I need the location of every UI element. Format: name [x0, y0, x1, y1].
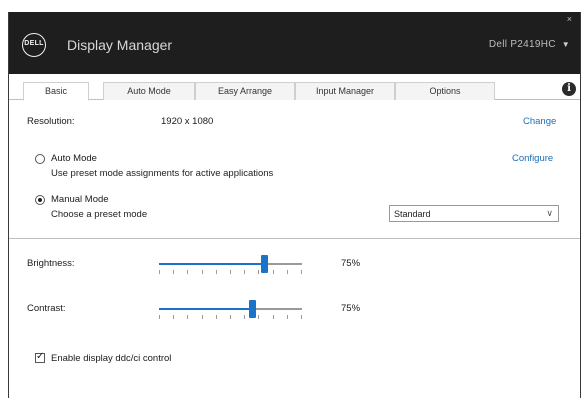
configure-link[interactable]: Configure — [512, 153, 553, 164]
slider-fill — [159, 308, 252, 310]
brightness-slider[interactable] — [159, 255, 302, 279]
slider-tick — [187, 270, 188, 274]
tab-options[interactable]: Options — [395, 82, 495, 100]
slider-tick — [273, 270, 274, 274]
brightness-value: 75% — [341, 258, 361, 269]
auto-mode-description: Use preset mode assignments for active a… — [51, 168, 274, 179]
slider-tick — [301, 270, 302, 274]
slider-tick — [301, 315, 302, 319]
slider-fill — [159, 263, 264, 265]
tab-auto-mode[interactable]: Auto Mode — [103, 82, 195, 100]
auto-mode-label: Auto Mode — [51, 153, 97, 164]
slider-tick — [202, 315, 203, 319]
resolution-label: Resolution: — [27, 116, 75, 127]
slider-tick — [159, 270, 160, 274]
slider-ticks — [159, 270, 302, 276]
manual-mode-description: Choose a preset mode — [51, 209, 148, 220]
slider-tick — [258, 270, 259, 274]
resolution-value: 1920 x 1080 — [161, 116, 214, 127]
slider-tick — [230, 270, 231, 274]
slider-tick — [244, 270, 245, 274]
tab-basic[interactable]: Basic — [23, 82, 89, 101]
tab-input-manager[interactable]: Input Manager — [295, 82, 395, 100]
slider-tick — [273, 315, 274, 319]
slider-tick — [230, 315, 231, 319]
slider-tick — [202, 270, 203, 274]
chevron-down-icon: ∨ — [546, 208, 553, 218]
tab-easy-arrange[interactable]: Easy Arrange — [195, 82, 295, 100]
ddc-ci-checkbox[interactable] — [35, 351, 45, 363]
section-divider — [9, 238, 580, 239]
auto-mode-radio[interactable] — [35, 154, 45, 164]
monitor-selector[interactable]: Dell P2419HC ▼ — [489, 39, 570, 50]
dell-logo-text: DELL — [24, 40, 44, 47]
manual-mode-label: Manual Mode — [51, 194, 109, 205]
monitor-name: Dell P2419HC — [488, 39, 556, 50]
slider-tick — [173, 315, 174, 319]
slider-tick — [216, 315, 217, 319]
app-title: Display Manager — [67, 37, 173, 53]
slider-ticks — [159, 315, 302, 321]
brightness-label: Brightness: — [27, 258, 75, 269]
close-icon[interactable]: × — [567, 14, 572, 24]
slider-tick — [244, 315, 245, 319]
slider-tick — [287, 315, 288, 319]
preset-mode-value: Standard — [394, 209, 431, 219]
slider-tick — [287, 270, 288, 274]
slider-tick — [159, 315, 160, 319]
slider-tick — [187, 315, 188, 319]
info-icon[interactable]: i — [562, 82, 576, 96]
contrast-value: 75% — [341, 303, 361, 314]
ddc-ci-label: Enable display ddc/ci control — [51, 353, 172, 364]
slider-tick — [173, 270, 174, 274]
tab-bar: Basic Auto Mode Easy Arrange Input Manag… — [9, 82, 580, 101]
dell-logo: DELL — [22, 33, 46, 57]
slider-tick — [258, 315, 259, 319]
manual-mode-radio[interactable] — [35, 195, 45, 205]
contrast-slider[interactable] — [159, 300, 302, 324]
chevron-down-icon: ▼ — [561, 40, 570, 49]
preset-mode-dropdown[interactable]: Standard ∨ — [389, 205, 559, 222]
display-manager-window: DELL Display Manager × Dell P2419HC ▼ Bas… — [8, 12, 581, 398]
contrast-label: Contrast: — [27, 303, 66, 314]
title-bar: DELL Display Manager × Dell P2419HC ▼ — [9, 12, 580, 74]
slider-tick — [216, 270, 217, 274]
change-resolution-link[interactable]: Change — [523, 116, 556, 127]
